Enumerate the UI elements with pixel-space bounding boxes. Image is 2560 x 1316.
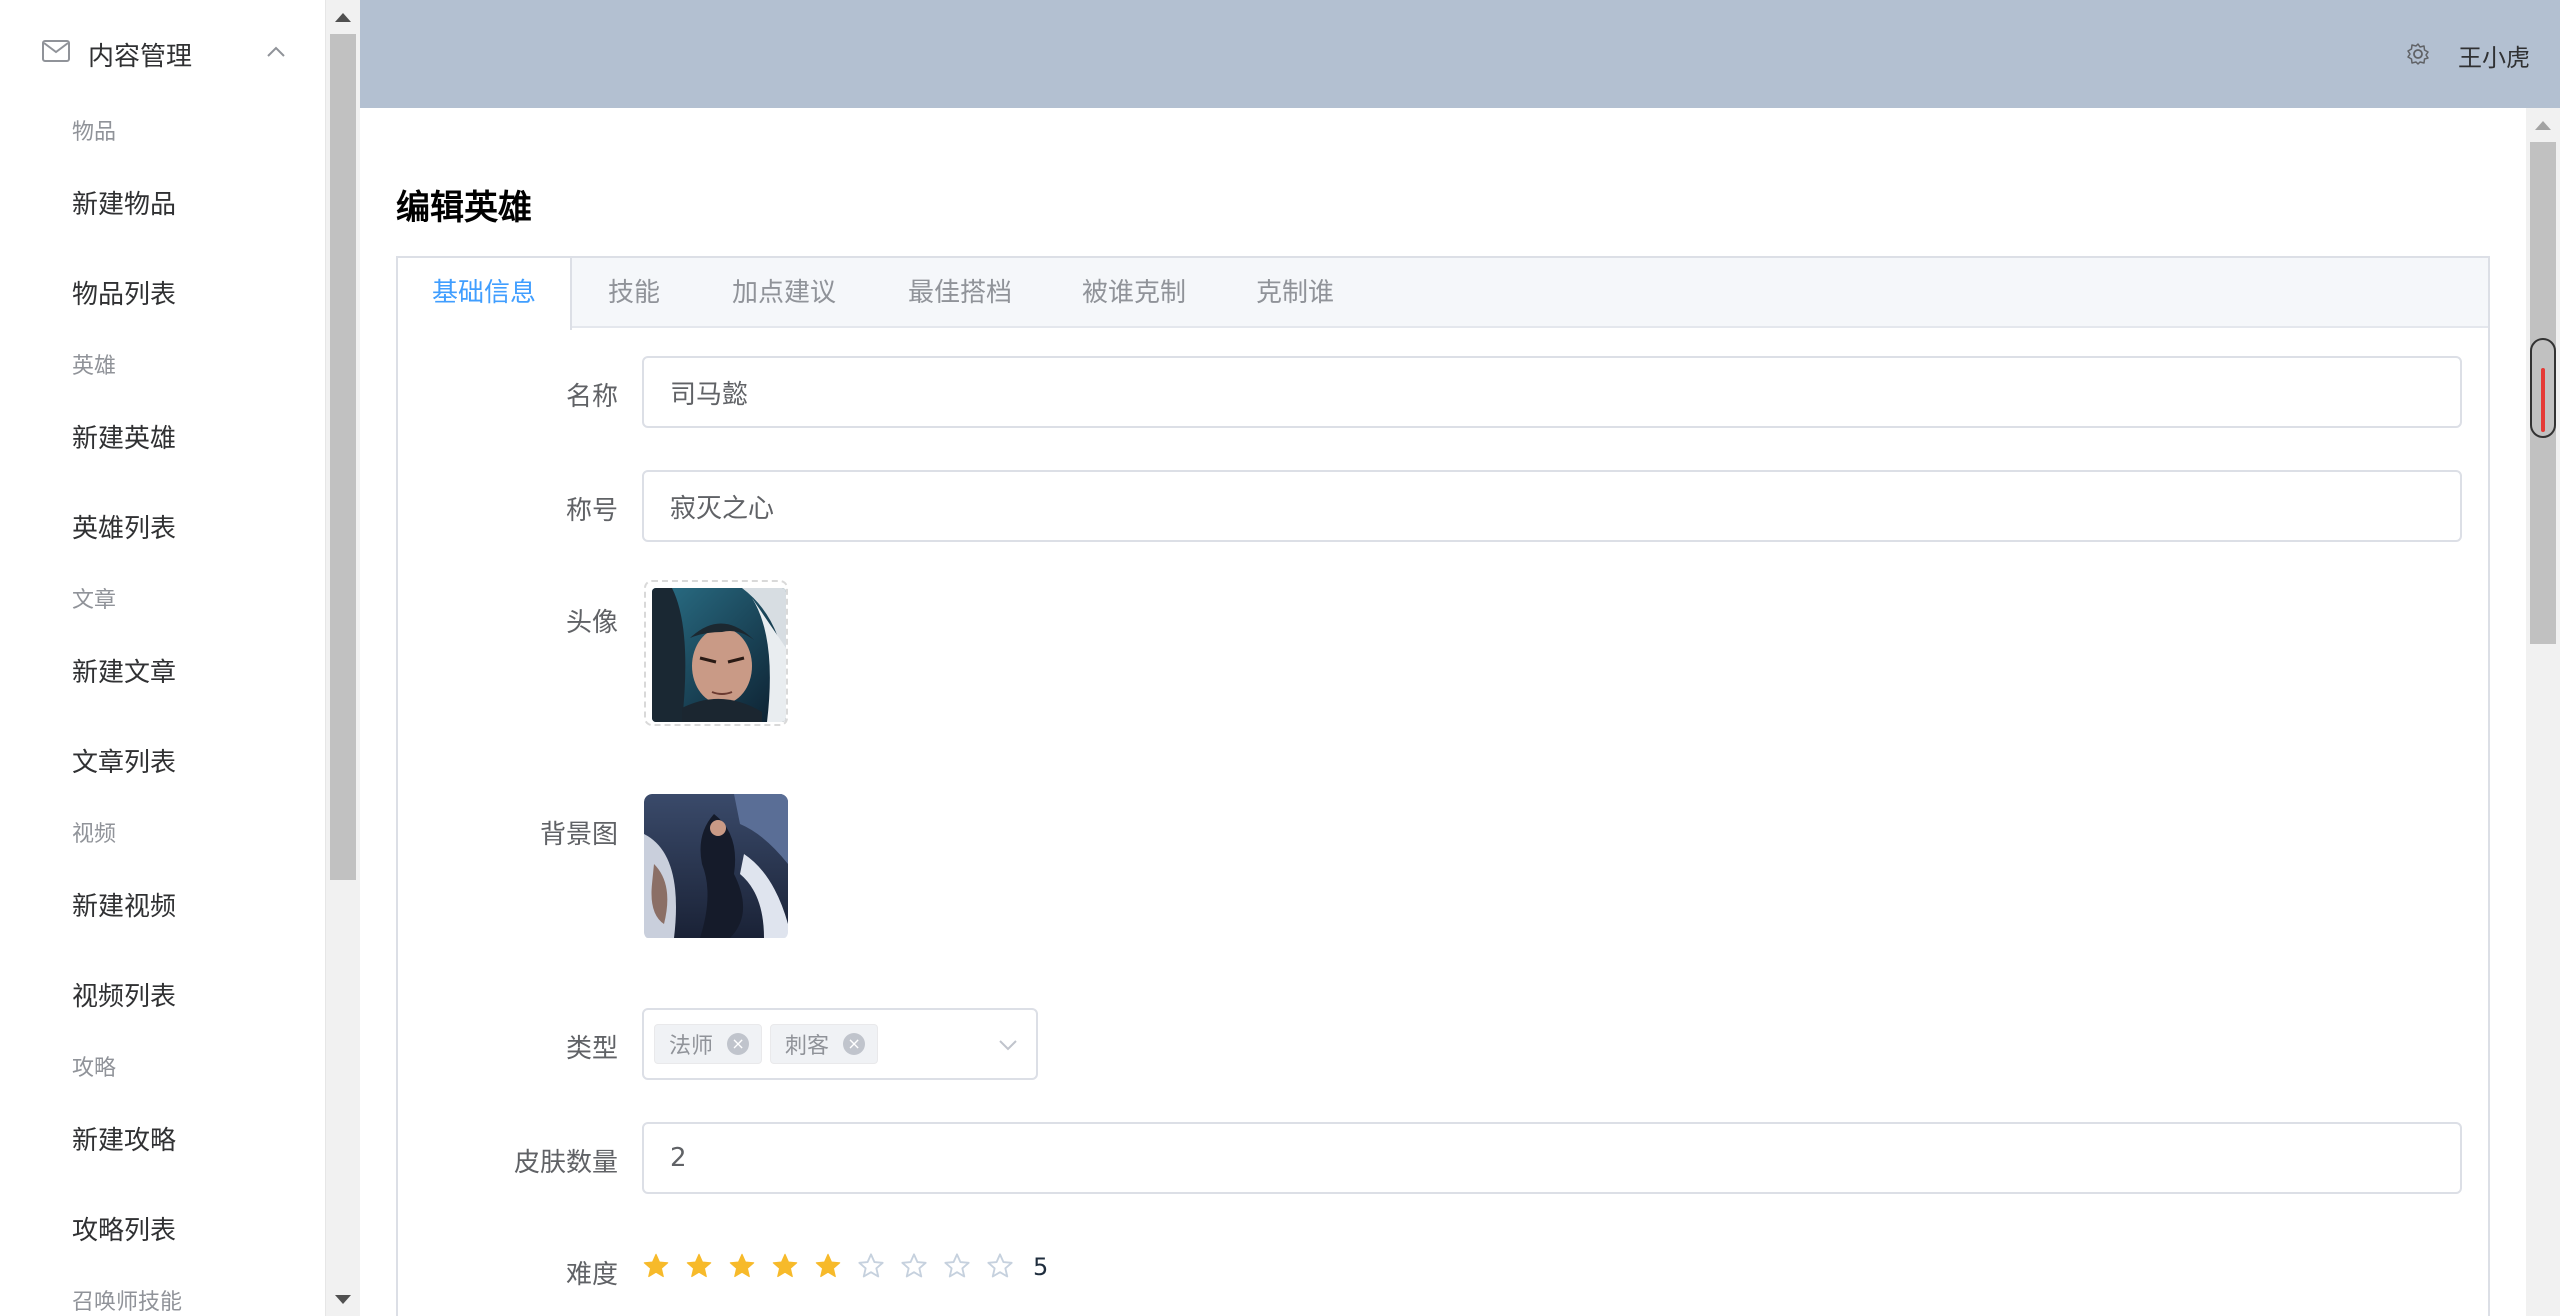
background-uploader[interactable] xyxy=(644,794,788,940)
avatar-image xyxy=(652,588,786,722)
tab-countered-by[interactable]: 被谁克制 xyxy=(1082,258,1186,328)
type-tag-assassin: 刺客 × xyxy=(770,1024,879,1064)
star-icon[interactable] xyxy=(685,1252,728,1282)
menu-group-items: 物品 xyxy=(72,120,117,145)
name-input[interactable]: 司马懿 xyxy=(642,356,2462,428)
background-image xyxy=(644,794,788,938)
user-name[interactable]: 王小虎 xyxy=(2458,38,2530,73)
tab-best-partners[interactable]: 最佳搭档 xyxy=(908,258,1012,328)
star-icon[interactable] xyxy=(771,1252,814,1282)
star-icon[interactable] xyxy=(814,1252,857,1282)
star-icon[interactable] xyxy=(857,1252,900,1282)
page-title: 编辑英雄 xyxy=(396,188,532,228)
type-tag-mage: 法师 × xyxy=(654,1024,763,1064)
menu-item-article-list[interactable]: 文章列表 xyxy=(72,742,176,779)
mail-icon xyxy=(42,40,70,62)
star-icon[interactable] xyxy=(642,1252,685,1282)
submenu-title: 内容管理 xyxy=(88,42,193,72)
avatar-uploader[interactable] xyxy=(644,580,788,726)
submenu-content-management[interactable]: 内容管理 xyxy=(0,14,325,90)
name-input-value: 司马懿 xyxy=(670,379,749,410)
sidebar: 内容管理 物品 新建物品 物品列表 英雄 新建英雄 英雄列表 文章 新建文章 文… xyxy=(0,0,326,1316)
chevron-down-icon[interactable] xyxy=(998,1038,1018,1052)
scroll-indicator-icon xyxy=(2530,338,2556,438)
close-icon[interactable]: × xyxy=(727,1033,750,1055)
menu-item-new-video[interactable]: 新建视频 xyxy=(72,886,176,923)
tab-skills[interactable]: 技能 xyxy=(608,258,660,328)
difficulty-rate-text: 5 xyxy=(1033,1253,1049,1281)
top-header xyxy=(360,0,2560,108)
arrow-down-icon xyxy=(335,1294,351,1304)
arrow-up-icon xyxy=(2535,120,2551,130)
menu-item-guide-list[interactable]: 攻略列表 xyxy=(72,1210,176,1247)
background-label: 背景图 xyxy=(539,820,618,850)
close-icon[interactable]: × xyxy=(843,1033,866,1055)
avatar-label: 头像 xyxy=(565,608,618,638)
star-icon[interactable] xyxy=(943,1252,986,1282)
skins-input[interactable]: 2 xyxy=(642,1122,2462,1194)
title-input[interactable]: 寂灭之心 xyxy=(642,470,2462,542)
type-select[interactable]: 法师 × 刺客 × xyxy=(642,1008,1038,1080)
name-label: 名称 xyxy=(565,382,618,412)
menu-item-new-item[interactable]: 新建物品 xyxy=(72,184,176,221)
menu-item-item-list[interactable]: 物品列表 xyxy=(72,274,176,311)
skins-label: 皮肤数量 xyxy=(513,1148,618,1178)
type-label: 类型 xyxy=(565,1034,618,1064)
menu-item-new-guide[interactable]: 新建攻略 xyxy=(72,1120,176,1157)
main-scroll-up-button[interactable] xyxy=(2530,112,2556,138)
menu-group-guides: 攻略 xyxy=(72,1056,117,1081)
star-icon[interactable] xyxy=(986,1252,1029,1282)
chevron-up-icon xyxy=(267,46,285,57)
sidebar-scroll-down-button[interactable] xyxy=(330,1286,356,1312)
menu-item-new-article[interactable]: 新建文章 xyxy=(72,652,176,689)
tab-counters[interactable]: 克制谁 xyxy=(1256,258,1334,328)
star-icon[interactable] xyxy=(728,1252,771,1282)
sidebar-scroll-up-button[interactable] xyxy=(330,4,356,30)
tab-basic-info[interactable]: 基础信息 xyxy=(398,258,572,330)
gear-icon[interactable] xyxy=(2406,42,2430,66)
arrow-up-icon xyxy=(335,12,351,22)
difficulty-label: 难度 xyxy=(565,1260,618,1290)
sidebar-scrollbar-thumb[interactable] xyxy=(330,34,356,880)
type-tag-text: 刺客 xyxy=(785,1034,830,1059)
menu-group-summoner-skills: 召唤师技能 xyxy=(72,1290,183,1315)
tab-bar: 基础信息 技能 加点建议 最佳搭档 被谁克制 克制谁 xyxy=(398,258,2488,330)
type-tag-text: 法师 xyxy=(669,1034,714,1059)
menu-item-new-hero[interactable]: 新建英雄 xyxy=(72,418,176,455)
tab-build-advice[interactable]: 加点建议 xyxy=(732,258,836,328)
edit-hero-card: 基础信息 技能 加点建议 最佳搭档 被谁克制 克制谁 名称 司马懿 称号 寂灭之… xyxy=(396,256,2490,1316)
skins-input-value: 2 xyxy=(670,1143,687,1173)
menu-group-articles: 文章 xyxy=(72,588,117,613)
menu-item-hero-list[interactable]: 英雄列表 xyxy=(72,508,176,545)
title-label: 称号 xyxy=(565,496,618,526)
title-input-value: 寂灭之心 xyxy=(670,493,775,524)
star-icon[interactable] xyxy=(900,1252,943,1282)
menu-group-videos: 视频 xyxy=(72,822,117,847)
difficulty-rate[interactable]: 5 xyxy=(642,1252,1048,1282)
rate-stars xyxy=(642,1252,1029,1282)
menu-item-video-list[interactable]: 视频列表 xyxy=(72,976,176,1013)
menu-group-heroes: 英雄 xyxy=(72,354,117,379)
